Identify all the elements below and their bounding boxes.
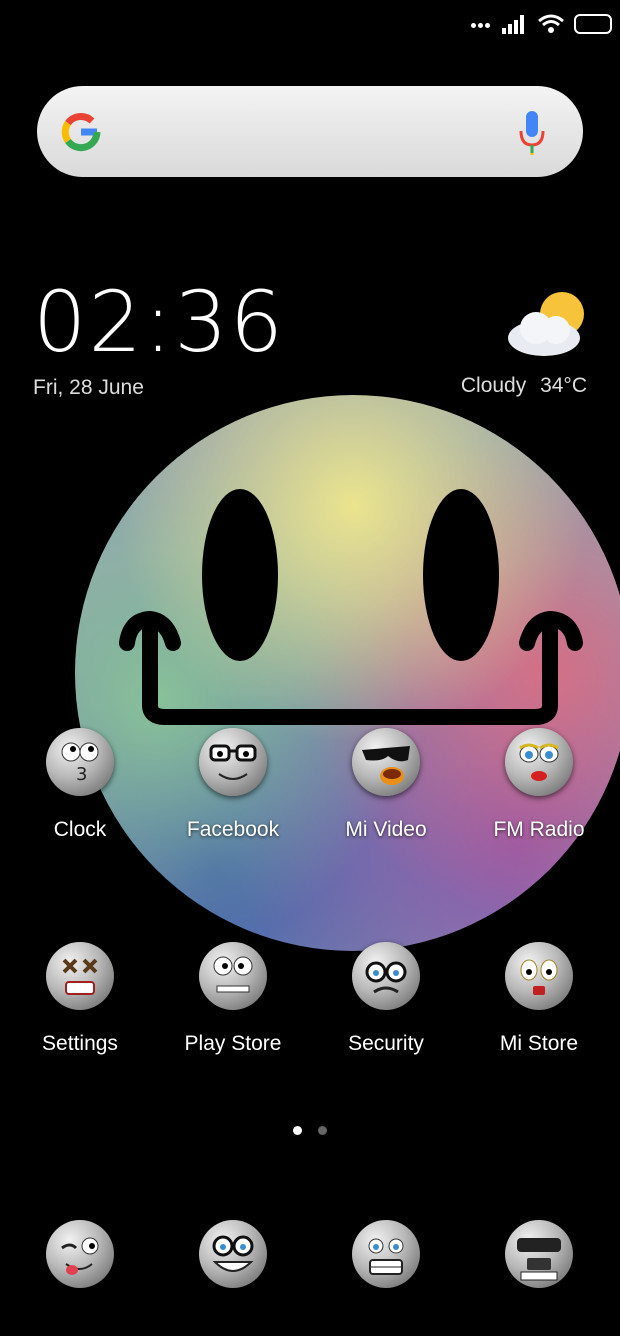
weather-info[interactable]: Cloudy 34°C <box>461 374 587 398</box>
security-emoji-icon <box>352 942 420 1010</box>
app-fm-radio[interactable]: FM Radio <box>474 728 604 842</box>
app-label: Security <box>348 1032 424 1055</box>
mi-video-emoji-icon <box>352 728 420 796</box>
weather-condition: Cloudy <box>460 374 527 397</box>
app-mi-store[interactable]: Mi Store <box>474 942 604 1056</box>
settings-emoji-icon <box>46 942 114 1010</box>
wifi-icon <box>538 14 564 33</box>
clock-time[interactable]: 02:36 <box>33 280 285 364</box>
partly-cloudy-icon[interactable] <box>506 292 588 360</box>
mic-icon[interactable] <box>517 109 547 157</box>
app-mi-video[interactable]: Mi Video <box>321 728 451 842</box>
google-search-bar[interactable] <box>37 86 583 177</box>
dock-app-4[interactable] <box>474 1220 604 1288</box>
app-clock[interactable]: 3 Clock <box>15 728 145 842</box>
signal-icon <box>502 15 524 34</box>
weather-temperature: 34°C <box>540 374 587 397</box>
app-label: Settings <box>42 1032 118 1055</box>
google-icon <box>61 113 101 152</box>
app-label: Mi Store <box>499 1032 579 1055</box>
app-settings[interactable]: Settings <box>15 942 145 1056</box>
facebook-emoji-icon <box>199 728 267 796</box>
wink-emoji-icon <box>46 1220 114 1288</box>
app-label: Play Store <box>184 1032 282 1055</box>
grimace-emoji-icon <box>352 1220 420 1288</box>
app-label: FM Radio <box>493 818 585 841</box>
status-bar <box>471 10 612 38</box>
app-security[interactable]: Security <box>321 942 451 1056</box>
page-dot-2[interactable] <box>318 1126 327 1135</box>
app-play-store[interactable]: Play Store <box>168 942 298 1056</box>
glasses-grin-emoji-icon <box>199 1220 267 1288</box>
dock-app-1[interactable] <box>15 1220 145 1288</box>
dock-app-2[interactable] <box>168 1220 298 1288</box>
dock-app-3[interactable] <box>321 1220 451 1288</box>
mi-store-emoji-icon <box>505 942 573 1010</box>
page-dot-1[interactable] <box>293 1126 302 1135</box>
smiley-face-art <box>119 489 583 725</box>
app-label: Mi Video <box>345 818 427 841</box>
masked-emoji-icon <box>505 1220 573 1288</box>
battery-icon <box>574 14 612 34</box>
wallpaper-smiley <box>75 395 620 951</box>
app-label: Facebook <box>186 818 280 841</box>
more-dots-icon <box>471 15 492 33</box>
clock-date[interactable]: Fri, 28 June <box>33 376 144 400</box>
clock-emoji-icon: 3 <box>46 728 114 796</box>
play-store-emoji-icon <box>199 942 267 1010</box>
svg-text:3: 3 <box>76 764 87 785</box>
page-indicator[interactable] <box>293 1126 327 1135</box>
fm-radio-emoji-icon <box>505 728 573 796</box>
app-label: Clock <box>53 818 107 841</box>
app-facebook[interactable]: Facebook <box>168 728 298 842</box>
